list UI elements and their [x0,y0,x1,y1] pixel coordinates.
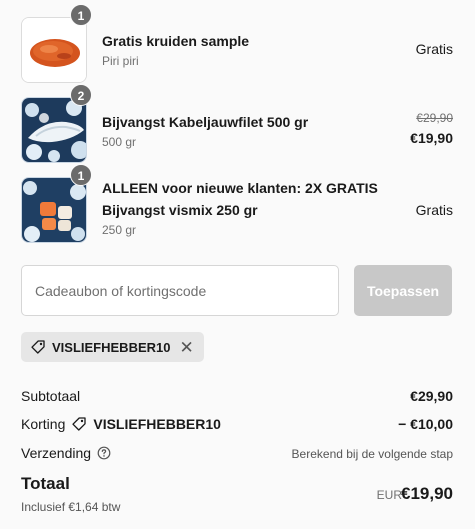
item-price: Gratis [415,41,453,57]
quantity-badge: 1 [70,4,92,26]
item-variant: 250 gr [102,223,137,237]
spice-powder-image [21,17,87,83]
item-title: Gratis kruiden sample [102,33,250,49]
currency-code: EUR [376,488,402,502]
tag-icon [71,416,87,432]
item-variant: 500 gr [102,135,137,149]
subtotal-value: €29,90 [410,388,453,404]
tag-icon [30,339,46,355]
item-variant: Piri piri [102,54,139,68]
tax-note: Inclusief €1,64 btw [21,500,121,514]
line-item: 1 Gratis kruiden sample Piri piri Gratis [21,4,453,83]
discount-label-group: Korting VISLIEFHEBBER10 [21,416,221,432]
quantity-badge: 2 [70,84,92,106]
fish-mix-on-ice-image [21,177,87,243]
item-price: Gratis [415,202,453,218]
line-item: 2 Bijvangst Kabeljauwfilet 500 gr 500 gr… [21,84,453,163]
discount-label: Korting [21,416,66,432]
subtotal-label: Subtotaal [21,388,81,404]
total-label: Totaal [21,474,70,493]
discount-value: − €10,00 [398,416,453,432]
applied-discount-chip: VISLIEFHEBBER10 ✕ [21,332,204,362]
item-price: €19,90 [410,130,453,146]
shipping-label-group: Verzending [21,445,111,461]
shipping-label: Verzending [21,445,92,461]
applied-discount-code: VISLIEFHEBBER10 [52,339,171,355]
discount-code-input[interactable] [21,265,339,316]
total-value: €19,90 [401,484,453,503]
help-circle-icon[interactable] [97,446,111,460]
shipping-value: Berekend bij de volgende stap [291,447,453,461]
item-title: Bijvangst vismix 250 gr [102,202,258,218]
cod-fillet-on-ice-image [21,97,87,163]
quantity-badge: 1 [70,164,92,186]
item-original-price: €29,90 [416,111,453,125]
remove-discount-close-icon[interactable]: ✕ [179,339,193,356]
item-title: ALLEEN voor nieuwe klanten: 2X GRATIS [102,180,378,196]
line-item: 1 ALLEEN voor nieuwe klanten: 2X GRATIS … [21,164,453,243]
item-title: Bijvangst Kabeljauwfilet 500 gr [102,114,309,130]
discount-code: VISLIEFHEBBER10 [93,416,221,432]
apply-discount-button[interactable]: Toepassen [354,265,452,316]
